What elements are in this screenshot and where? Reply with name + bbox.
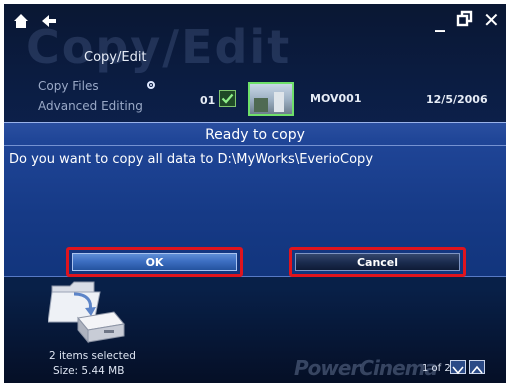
sidebar-menu: Copy Files Advanced Editing	[38, 76, 143, 116]
video-thumbnail[interactable]	[248, 82, 294, 116]
dialog-divider	[4, 145, 506, 146]
page-down-icon[interactable]	[450, 360, 466, 375]
checkmark-icon	[221, 93, 234, 104]
sidebar-item-advanced-editing[interactable]: Advanced Editing	[38, 96, 143, 116]
file-index: 01	[200, 94, 216, 107]
cancel-button-highlight: Cancel	[289, 247, 466, 277]
dialog-message: Do you want to copy all data to D:\MyWor…	[9, 152, 374, 167]
app-window: Copy/Edit _ ✕ Copy/Edit Copy Files Advan…	[4, 4, 506, 383]
back-arrow-icon[interactable]	[40, 13, 58, 29]
ok-button[interactable]: OK	[72, 253, 237, 271]
sidebar-item-copy-files[interactable]: Copy Files	[38, 76, 143, 96]
confirm-dialog: Ready to copy Do you want to copy all da…	[4, 122, 506, 277]
page-up-icon[interactable]	[469, 360, 485, 374]
section-title: Copy/Edit	[84, 50, 147, 65]
checkbox[interactable]	[219, 90, 236, 107]
file-row[interactable]: 01 MOV001 12/5/2006	[194, 80, 506, 120]
section-watermark: Copy/Edit	[26, 20, 292, 74]
file-name: MOV001	[310, 92, 362, 105]
home-icon[interactable]	[12, 12, 30, 30]
page-indicator: 1 of 2	[422, 363, 451, 374]
brand-watermark: PowerCinema	[294, 356, 438, 380]
file-date: 12/5/2006	[426, 93, 488, 106]
minimize-button[interactable]: _	[435, 10, 445, 30]
selected-radio-icon[interactable]	[147, 81, 155, 89]
restore-icon[interactable]	[456, 10, 474, 28]
close-button[interactable]: ✕	[483, 10, 500, 30]
items-selected-text: 2 items selected	[49, 350, 136, 362]
selected-size-text: Size: 5.44 MB	[53, 365, 125, 377]
title-bar: Copy/Edit _ ✕	[4, 4, 506, 74]
cancel-button[interactable]: Cancel	[295, 253, 460, 271]
dialog-title: Ready to copy	[205, 127, 305, 143]
copy-to-drive-icon	[47, 272, 128, 344]
